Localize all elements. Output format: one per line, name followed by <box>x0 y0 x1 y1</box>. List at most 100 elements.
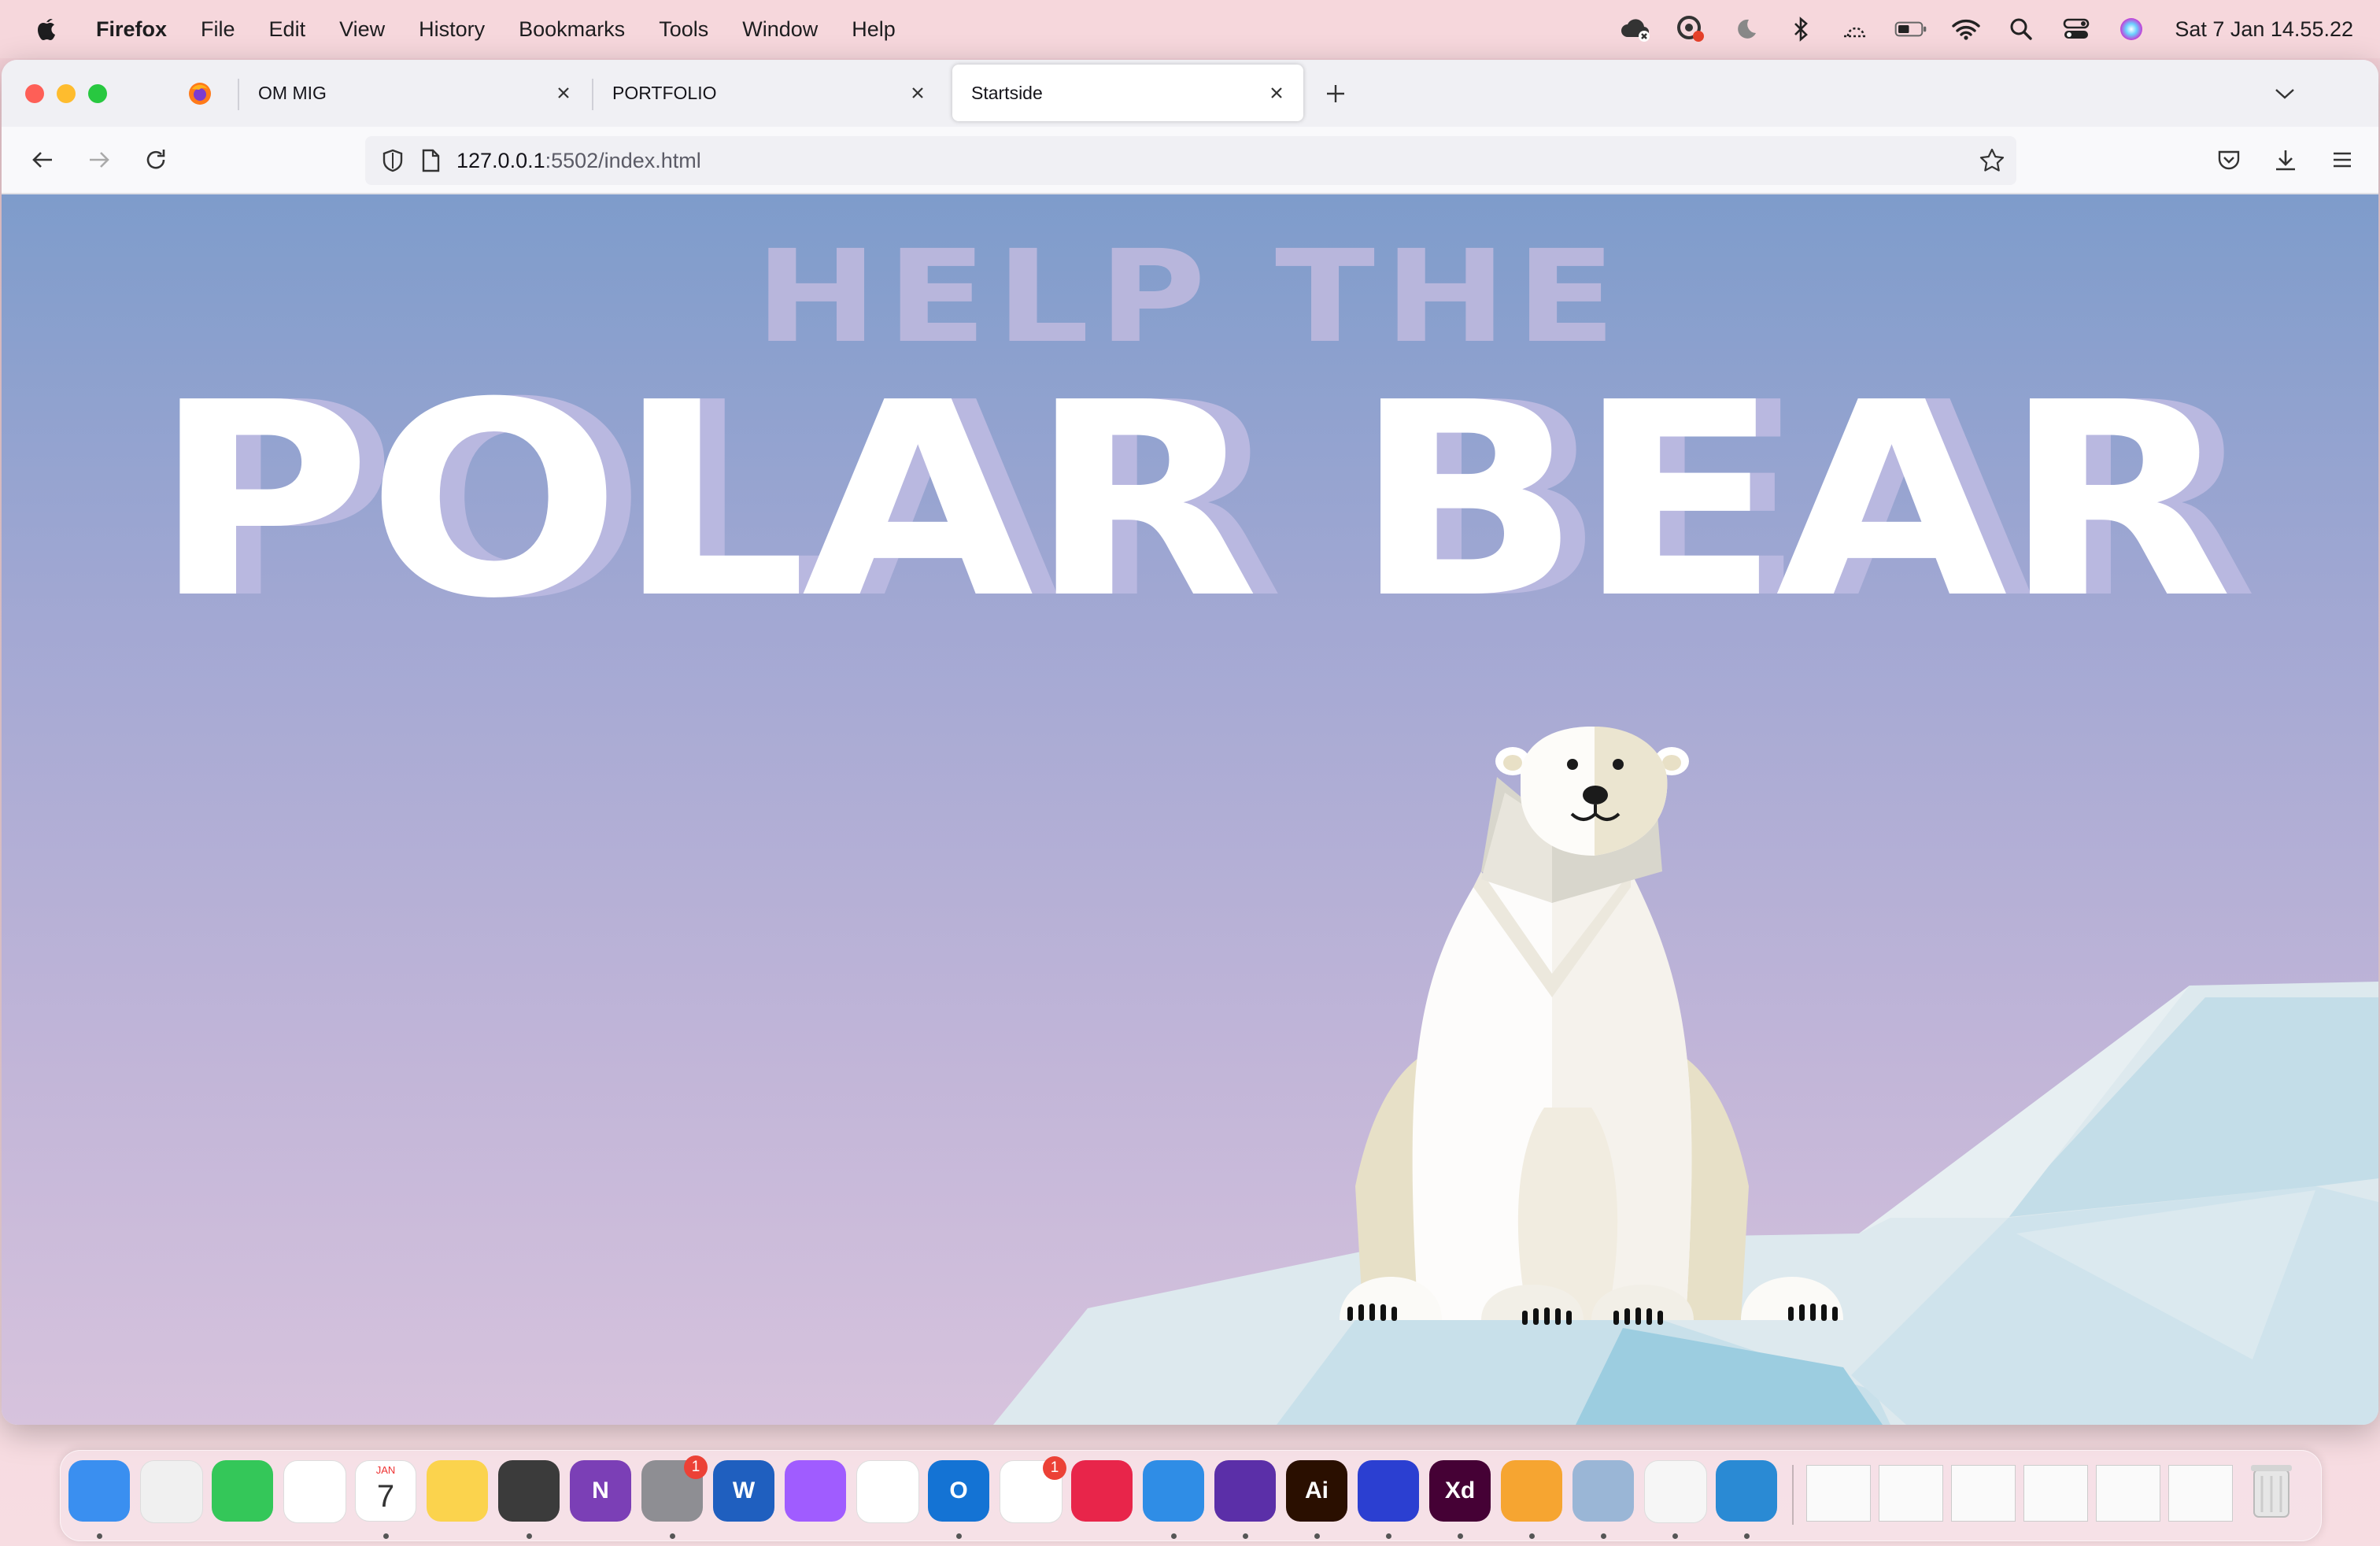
messages-icon[interactable] <box>212 1460 273 1522</box>
launchpad-icon[interactable] <box>140 1460 203 1523</box>
adobe-sync-icon[interactable] <box>1674 13 1707 46</box>
illustration-scene <box>993 727 2378 1425</box>
new-tab-icon[interactable] <box>1322 80 1349 107</box>
apple-menu-icon[interactable] <box>30 12 65 46</box>
running-indicator <box>1386 1533 1391 1539</box>
onenote-icon[interactable]: N <box>570 1460 631 1522</box>
reload-icon[interactable] <box>139 142 173 177</box>
close-tab-icon[interactable] <box>552 82 575 104</box>
page-info-icon[interactable] <box>420 148 441 173</box>
minimized-window-thumbnail[interactable] <box>1806 1465 1871 1522</box>
search-icon[interactable] <box>2005 13 2038 46</box>
firefox-icon[interactable] <box>1214 1460 1276 1522</box>
firefox-view-icon[interactable] <box>187 81 213 106</box>
creative-cloud-icon[interactable] <box>1619 13 1652 46</box>
menu-help[interactable]: Help <box>852 17 896 42</box>
close-tab-icon[interactable] <box>907 82 929 104</box>
word-icon[interactable]: W <box>713 1460 774 1522</box>
tab-label: PORTFOLIO <box>612 82 717 103</box>
menu-tools[interactable]: Tools <box>659 17 708 42</box>
menu-history[interactable]: History <box>419 17 485 42</box>
calendar-month-label: JAN <box>375 1464 396 1476</box>
app-icon-glyph: O <box>949 1478 968 1503</box>
chrome-icon[interactable] <box>856 1460 919 1523</box>
app-icon-glyph: Ai <box>1305 1478 1329 1503</box>
system-settings-icon[interactable]: 1 <box>641 1455 708 1522</box>
notes-icon[interactable] <box>427 1460 488 1522</box>
menu-view[interactable]: View <box>339 17 385 42</box>
minimized-window-thumbnail[interactable] <box>1879 1465 1943 1522</box>
app-menu-icon[interactable] <box>2325 142 2360 177</box>
finder-icon[interactable] <box>68 1460 130 1522</box>
moon-icon[interactable] <box>1729 13 1762 46</box>
calculator-icon[interactable] <box>498 1460 560 1522</box>
vscode-icon[interactable] <box>1716 1460 1777 1522</box>
tab-label: Startside <box>971 82 1043 103</box>
bluetooth-icon[interactable] <box>1784 13 1817 46</box>
minimized-window-thumbnail[interactable] <box>1951 1465 2016 1522</box>
notification-badge: 1 <box>1043 1456 1066 1480</box>
running-indicator <box>1171 1533 1177 1539</box>
control-center-icon[interactable] <box>2060 13 2093 46</box>
reminders-icon[interactable]: 1 <box>1000 1456 1066 1523</box>
siri-icon[interactable] <box>2115 13 2148 46</box>
close-window-button[interactable] <box>25 84 44 103</box>
close-tab-icon[interactable] <box>1266 82 1288 104</box>
outlook-icon[interactable]: O <box>928 1460 989 1522</box>
running-indicator <box>1243 1533 1248 1539</box>
minimized-window-thumbnail[interactable] <box>2023 1465 2088 1522</box>
trash-icon[interactable] <box>2241 1460 2302 1522</box>
downloads-icon[interactable] <box>2268 142 2303 177</box>
battery-icon[interactable] <box>1894 13 1927 46</box>
running-indicator <box>1529 1533 1535 1539</box>
textedit-icon[interactable] <box>1644 1460 1707 1523</box>
menu-app-name[interactable]: Firefox <box>96 17 167 42</box>
preview-icon[interactable] <box>1572 1460 1634 1522</box>
menu-window[interactable]: Window <box>742 17 818 42</box>
polar-bear-illustration <box>1340 727 1843 1325</box>
url-bar[interactable]: 127.0.0.1:5502/index.html <box>365 136 2016 185</box>
safari-icon[interactable] <box>1143 1460 1204 1522</box>
tab-startside[interactable]: Startside <box>952 65 1303 121</box>
page-viewport: HELP THE POLAR BEAR <box>2 194 2378 1425</box>
app-icon-glyph: N <box>592 1478 609 1503</box>
url-text[interactable]: 127.0.0.1:5502/index.html <box>456 149 701 173</box>
menubar-clock[interactable]: Sat 7 Jan 14.55.22 <box>2175 17 2353 42</box>
menu-edit[interactable]: Edit <box>269 17 306 42</box>
minimized-window-thumbnail[interactable] <box>2168 1465 2233 1522</box>
cast-icon[interactable] <box>1839 13 1872 46</box>
tab-om-mig[interactable]: OM MIG <box>239 65 590 121</box>
zoom-window-button[interactable] <box>88 84 107 103</box>
tracking-protection-shield-icon[interactable] <box>381 148 405 173</box>
running-indicator <box>670 1533 675 1539</box>
creative-cloud-icon[interactable] <box>1071 1460 1133 1522</box>
audacity-icon[interactable] <box>1358 1460 1419 1522</box>
wifi-icon[interactable] <box>1949 13 1983 46</box>
dock: JAN 7 N 1 W O 1 Ai Xd <box>60 1450 2322 1541</box>
app-icon-glyph: W <box>732 1478 756 1503</box>
minimize-window-button[interactable] <box>57 84 76 103</box>
photos-icon[interactable] <box>283 1460 346 1523</box>
menu-file[interactable]: File <box>201 17 235 42</box>
xd-icon[interactable]: Xd <box>1429 1460 1491 1522</box>
menu-bookmarks[interactable]: Bookmarks <box>519 17 625 42</box>
pocket-icon[interactable] <box>2212 142 2246 177</box>
notification-badge: 1 <box>684 1455 708 1479</box>
forward-arrow-icon[interactable] <box>82 142 116 177</box>
url-path: :5502/index.html <box>545 148 701 172</box>
back-arrow-icon[interactable] <box>25 142 60 177</box>
minimized-window-thumbnail[interactable] <box>2096 1465 2160 1522</box>
messenger-icon[interactable] <box>785 1460 846 1522</box>
running-indicator <box>1458 1533 1463 1539</box>
running-indicator <box>1601 1533 1606 1539</box>
pages-icon[interactable] <box>1501 1460 1562 1522</box>
menu-bar: Firefox File Edit View History Bookmarks… <box>0 0 2380 58</box>
running-indicator <box>1314 1533 1320 1539</box>
illustrator-icon[interactable]: Ai <box>1286 1460 1347 1522</box>
calendar-icon[interactable]: JAN 7 <box>355 1460 416 1522</box>
tab-portfolio[interactable]: PORTFOLIO <box>593 65 944 121</box>
running-indicator <box>383 1533 389 1539</box>
bookmark-star-icon[interactable] <box>1979 147 2005 174</box>
list-all-tabs-icon[interactable] <box>2271 82 2298 105</box>
app-icon-glyph: 7 <box>376 1478 395 1514</box>
